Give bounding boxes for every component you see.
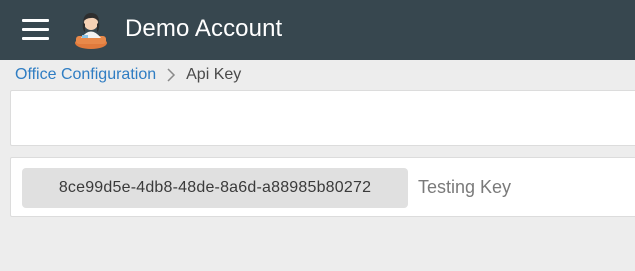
api-key-value[interactable]: 8ce99d5e-4db8-48de-8a6d-a88985b80272 — [22, 168, 408, 208]
menu-bar-line — [22, 37, 49, 40]
user-avatar-icon[interactable] — [72, 10, 110, 50]
empty-panel — [10, 90, 635, 146]
account-title: Demo Account — [125, 15, 283, 42]
hamburger-menu-icon[interactable] — [22, 17, 49, 41]
breadcrumb: Office Configuration Api Key — [15, 64, 241, 86]
menu-bar-line — [22, 28, 49, 31]
api-key-row: 8ce99d5e-4db8-48de-8a6d-a88985b80272 Tes… — [10, 157, 635, 217]
breadcrumb-link-office-configuration[interactable]: Office Configuration — [15, 66, 156, 84]
app-header: Demo Account — [0, 0, 635, 60]
breadcrumb-current-page: Api Key — [186, 66, 242, 83]
menu-bar-line — [22, 19, 49, 22]
api-key-label: Testing Key — [418, 177, 512, 197]
chevron-right-icon — [166, 68, 176, 82]
